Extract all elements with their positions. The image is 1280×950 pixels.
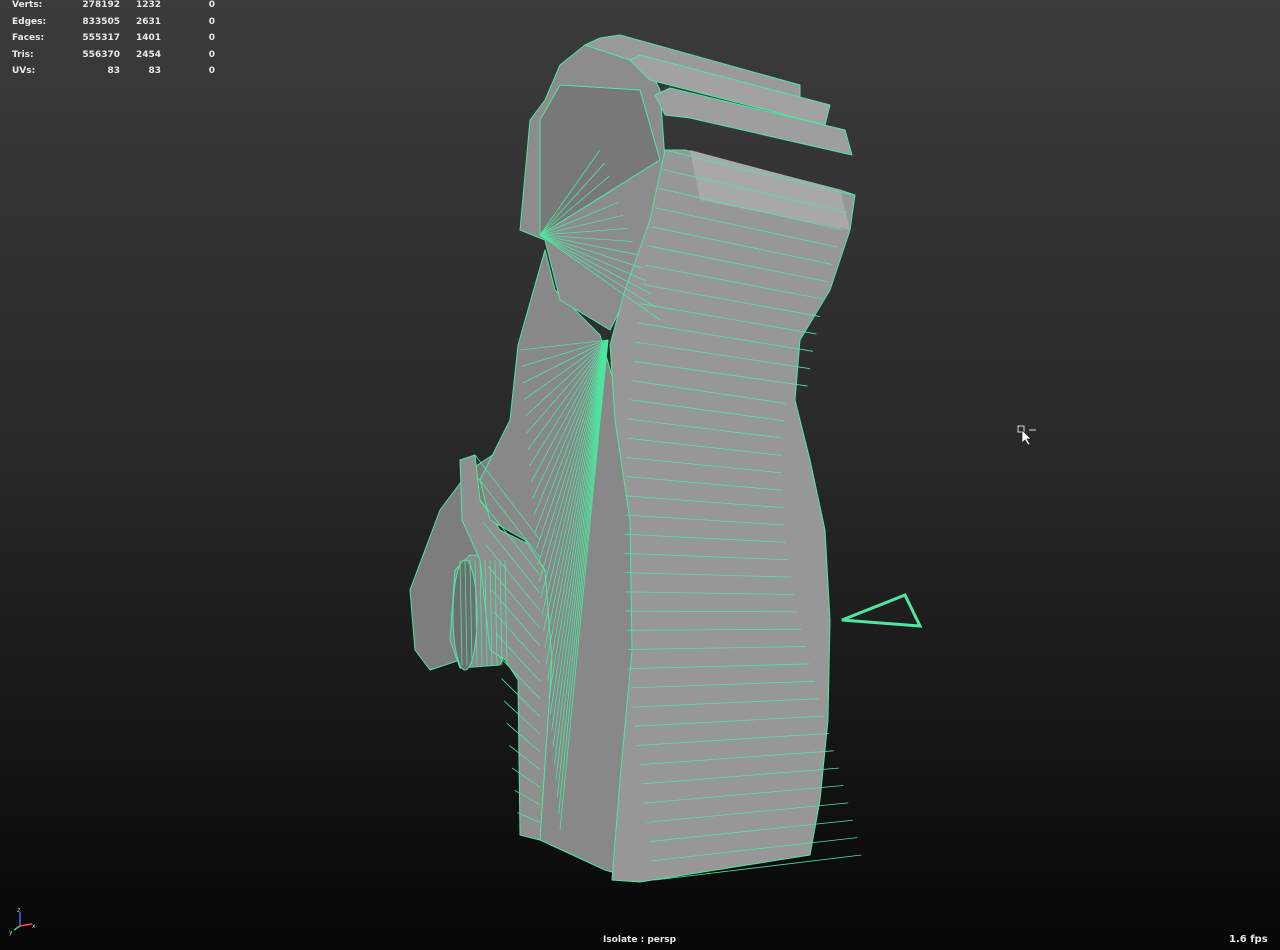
axis-label-x: x xyxy=(32,923,36,930)
mesh-model[interactable] xyxy=(409,34,856,883)
axis-label-y: y xyxy=(9,929,13,936)
camera-label: Isolate : persp xyxy=(603,935,677,945)
axis-label-z: z xyxy=(17,907,20,914)
mesh-triangle-object[interactable] xyxy=(841,593,923,628)
mouse-cursor-icon xyxy=(1017,425,1036,446)
fps-counter: 1.6 fps xyxy=(1229,934,1268,945)
viewport-3d[interactable] xyxy=(0,0,1280,950)
axis-gizmo-icon: z x y xyxy=(9,907,36,936)
